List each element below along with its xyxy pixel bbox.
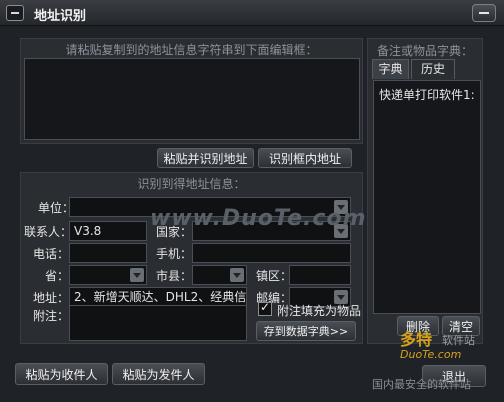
mobile-field[interactable] [192,243,351,263]
app-menu-icon[interactable] [6,5,24,21]
address-field[interactable]: 2、新增天顺达、DHL2、经典信封 [69,287,247,307]
minimize-button[interactable] [472,4,496,22]
watermark-domain: DuoTe.com [400,348,462,361]
paste-as-receiver-button[interactable]: 粘贴为收件人 [15,363,108,385]
contact-field[interactable]: V3.8 [69,221,147,241]
chevron-down-icon[interactable] [130,268,144,282]
recognize-in-box-button[interactable]: 识别框内地址 [258,148,352,168]
tab-dictionary[interactable]: 字典 [372,59,409,79]
save-to-dictionary-button[interactable]: 存到数据字典>> [256,321,356,341]
list-item[interactable]: 快递单打印软件1: [379,86,479,103]
city-select[interactable] [192,265,247,285]
result-panel-title: 识别到得地址信息： [137,177,246,191]
append-checkbox[interactable]: ✓ [258,300,272,316]
contact-label: 联系人： [24,225,73,239]
address-text-input[interactable] [24,58,360,140]
watermark-brand: 多特 [400,330,433,349]
checkmark-icon: ✓ [260,300,271,314]
province-select[interactable] [69,265,147,285]
input-panel-title: 请粘贴复制到的地址信息字符串到下面编辑框： [65,43,318,57]
phone-label: 电话： [33,247,70,261]
paste-as-sender-button[interactable]: 粘贴为发件人 [112,363,205,385]
append-checkbox-label: 附注填充为物品 [277,304,362,318]
watermark-center: www.DuoTe.com [150,206,367,231]
note-textarea[interactable] [69,305,247,341]
tab-history[interactable]: 历史 [411,59,455,79]
address-label: 地址： [33,291,70,305]
city-label: 市县： [156,269,193,283]
note-label: 附注： [33,309,70,323]
window-title: 地址识别 [34,9,87,24]
mobile-label: 手机： [156,247,193,261]
town-field[interactable] [289,265,351,285]
watermark-brand-sub: 软件站 [442,334,475,347]
chevron-down-icon[interactable] [230,268,244,282]
town-label: 镇区： [256,269,293,283]
watermark-slogan: 国内最安全的软件站 [372,378,471,391]
dictionary-panel-title: 备注或物品字典： [376,44,473,58]
province-label: 省： [45,269,70,283]
paste-recognize-button[interactable]: 粘贴并识别地址 [157,148,254,168]
phone-field[interactable] [69,243,147,263]
dictionary-list[interactable] [373,80,481,314]
